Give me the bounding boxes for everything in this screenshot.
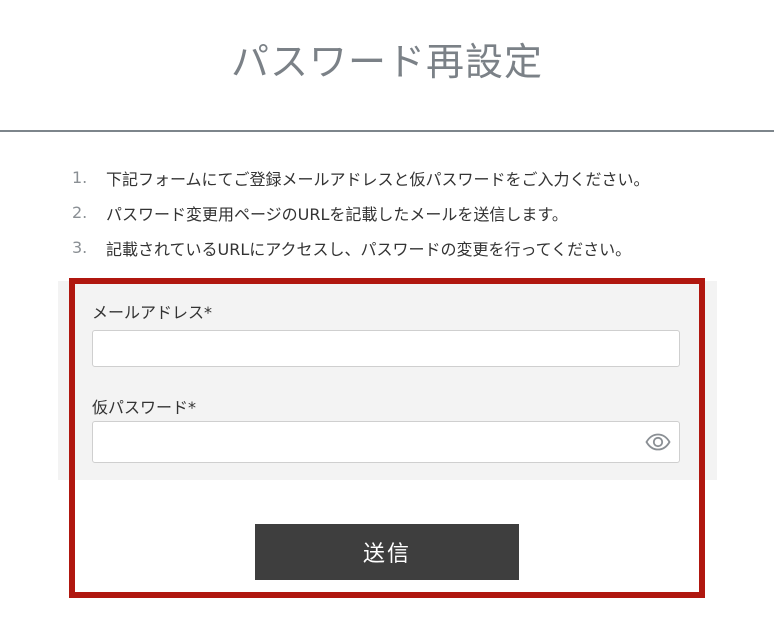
email-label: メールアドレス* (92, 303, 213, 322)
instruction-number: 1. (72, 168, 88, 187)
instruction-item: 2. パスワード変更用ページのURLを記載したメールを送信します。 (72, 195, 650, 230)
instruction-number: 3. (72, 238, 88, 257)
temporary-password-label: 仮パスワード* (92, 398, 197, 417)
instruction-text: 記載されているURLにアクセスし、パスワードの変更を行ってください。 (106, 239, 632, 259)
page-title: パスワード再設定 (230, 40, 543, 84)
temporary-password-input[interactable] (92, 421, 680, 463)
submit-button[interactable]: 送信 (255, 524, 519, 580)
title-divider (0, 130, 774, 132)
email-input[interactable] (92, 330, 680, 367)
instruction-text: パスワード変更用ページのURLを記載したメールを送信します。 (106, 204, 568, 224)
instruction-item: 3. 記載されているURLにアクセスし、パスワードの変更を行ってください。 (72, 230, 650, 265)
password-reset-page: パスワード再設定 1. 下記フォームにてご登録メールアドレスと仮パスワードをご入… (0, 0, 774, 619)
instruction-text: 下記フォームにてご登録メールアドレスと仮パスワードをご入力ください。 (106, 169, 650, 189)
instruction-list: 1. 下記フォームにてご登録メールアドレスと仮パスワードをご入力ください。 2.… (72, 160, 650, 265)
instruction-number: 2. (72, 203, 88, 222)
eye-icon[interactable] (644, 429, 672, 455)
instruction-item: 1. 下記フォームにてご登録メールアドレスと仮パスワードをご入力ください。 (72, 160, 650, 195)
